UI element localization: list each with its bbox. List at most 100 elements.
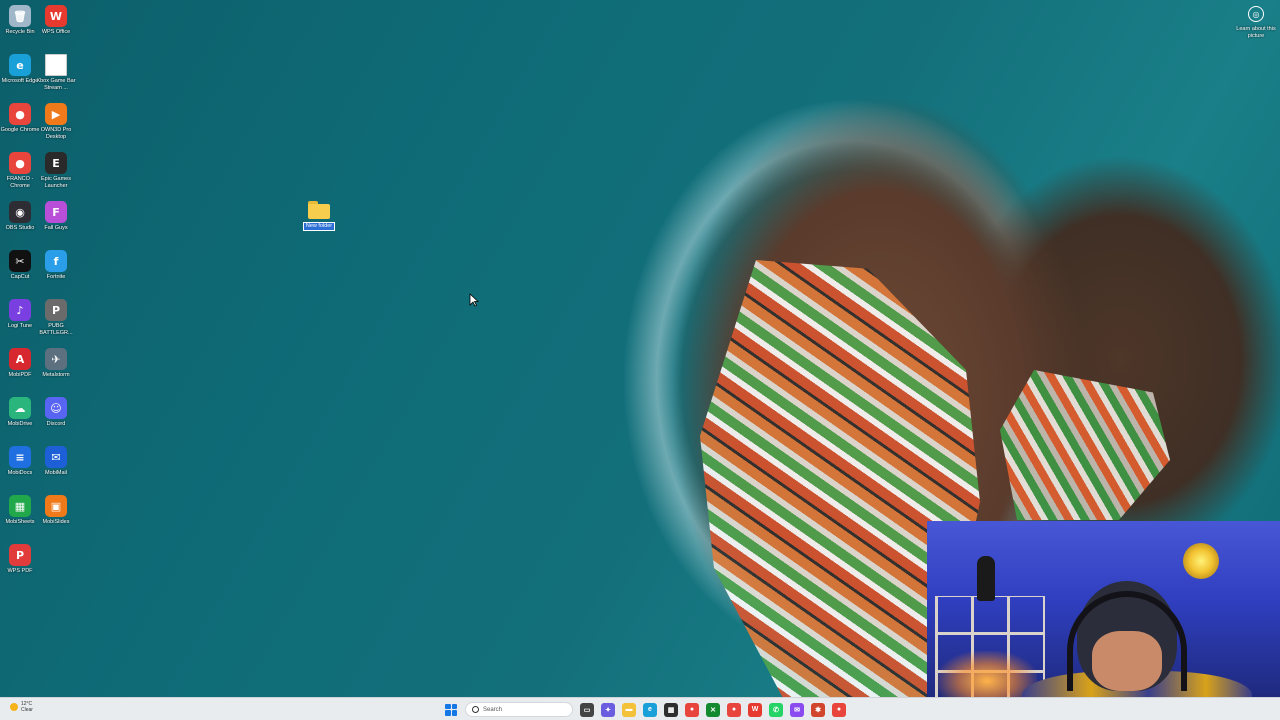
desktop-icon[interactable]: ≡ MobiDocs xyxy=(0,446,40,492)
whatsapp-icon[interactable]: ✆ xyxy=(769,702,783,717)
desktop-icon[interactable]: E Epic Games Launcher xyxy=(36,152,76,198)
pubg-icon: P xyxy=(45,299,67,321)
taskbar-center: Search ▭ ✦ ▬ e ▦ ● ✕ ● W ✆ ✉ ✱ ● xyxy=(444,701,846,718)
wps-office-icon: W xyxy=(45,5,67,27)
desktop-icon-label: PUBG BATTLEGR... xyxy=(39,323,73,336)
learn-about-picture[interactable]: ◎ Learn about this picture xyxy=(1234,6,1278,39)
recycle-bin-icon: 🗑 xyxy=(9,5,31,27)
mobipdf-icon: A xyxy=(9,348,31,370)
file-explorer-icon[interactable]: ▬ xyxy=(622,702,636,717)
taskbar-search-box[interactable]: Search xyxy=(465,702,573,717)
desktop-icon[interactable]: ♪ Logi Tune xyxy=(0,299,40,345)
desktop-icon[interactable]: F Fall Guys xyxy=(36,201,76,247)
desktop-icon[interactable]: Xbox Game Bar Stream ... xyxy=(36,54,76,100)
desktop-icon-label: Fortnite xyxy=(46,274,66,280)
desktop-icon-label: Metalstorm xyxy=(42,372,70,378)
wps-taskbar-icon[interactable]: W xyxy=(748,702,762,717)
chrome-profile-icon: ● xyxy=(9,152,31,174)
chrome-extra-taskbar-icon[interactable]: ● xyxy=(832,702,846,717)
desktop-icon-label: Fall Guys xyxy=(44,225,68,231)
desktop-icon-label: Discord xyxy=(46,421,66,427)
mobimail-icon: ✉ xyxy=(45,446,67,468)
search-placeholder: Search xyxy=(483,706,503,713)
wps-pdf-icon: P xyxy=(9,544,31,566)
start-button[interactable] xyxy=(444,703,458,717)
desktop-icon-label: Google Chrome xyxy=(0,127,40,133)
obs-icon: ◉ xyxy=(9,201,31,223)
desktop-icon-label: FRANCO - Chrome xyxy=(6,176,34,189)
logi-tune-icon: ♪ xyxy=(9,299,31,321)
mobidocs-icon: ≡ xyxy=(9,446,31,468)
chrome-profile-taskbar-icon[interactable]: ● xyxy=(727,702,741,717)
desktop-icon[interactable]: ● FRANCO - Chrome xyxy=(0,152,40,198)
folder-icon xyxy=(308,201,330,219)
desktop-icon-label: Logi Tune xyxy=(7,323,33,329)
mobisheets-icon: ▦ xyxy=(9,495,31,517)
desktop-icon[interactable]: P WPS PDF xyxy=(0,544,40,590)
xbox-icon[interactable]: ✕ xyxy=(706,702,720,717)
desktop-icon-label: Epic Games Launcher xyxy=(41,176,71,189)
desktop-icon-label: Xbox Game Bar Stream ... xyxy=(36,78,76,91)
desktop-icon-label: MobiPDF xyxy=(8,372,32,378)
epic-games-icon: E xyxy=(45,152,67,174)
desktop-icon-label: Recycle Bin xyxy=(5,29,35,35)
desktop-icon[interactable]: ☺ Discord xyxy=(36,397,76,443)
desktop-icon-label: OWN3D Pro Desktop xyxy=(40,127,72,140)
edge-taskbar-icon[interactable]: e xyxy=(643,702,657,717)
desktop-icon[interactable]: ● Google Chrome xyxy=(0,103,40,149)
own3d-icon: ▶ xyxy=(45,103,67,125)
desktop-icon[interactable]: ☁ MobiDrive xyxy=(0,397,40,443)
mouse-cursor-icon xyxy=(469,293,479,307)
fortnite-icon: f xyxy=(45,250,67,272)
desktop-icon-label: MobiSheets xyxy=(5,519,35,525)
messenger-icon[interactable]: ✉ xyxy=(790,702,804,717)
copilot-icon[interactable]: ✦ xyxy=(601,702,615,717)
webcam-neon-sign xyxy=(1183,543,1219,579)
desktop-icon-label: CapCut xyxy=(10,274,30,280)
edge-icon: e xyxy=(9,54,31,76)
desktop-icon-label: MobiDocs xyxy=(7,470,33,476)
fall-guys-icon: F xyxy=(45,201,67,223)
ai-app-icon[interactable]: ✱ xyxy=(811,702,825,717)
desktop-icon[interactable]: ▣ MobiSlides xyxy=(36,495,76,541)
mobidrive-icon: ☁ xyxy=(9,397,31,419)
desktop-icon[interactable]: ✂ CapCut xyxy=(0,250,40,296)
desktop-icon[interactable]: ▦ MobiSheets xyxy=(0,495,40,541)
desktop-icon-label: MobiDrive xyxy=(7,421,33,427)
capcut-icon: ✂ xyxy=(9,250,31,272)
desktop-icon[interactable]: A MobiPDF xyxy=(0,348,40,394)
learn-about-label: Learn about this picture xyxy=(1236,26,1276,39)
desktop-icon[interactable]: 🗑 Recycle Bin xyxy=(0,5,40,51)
desktop-icon-label: MobiMail xyxy=(44,470,67,476)
taskbar: 12°C Clear Search ▭ ✦ ▬ e ▦ ● ✕ ● W ✆ ✉ ✱ ● xyxy=(0,697,1280,720)
discord-icon: ☺ xyxy=(45,397,67,419)
desktop-icon[interactable]: ▶ OWN3D Pro Desktop xyxy=(36,103,76,149)
desktop-icon[interactable]: ✈ Metalstorm xyxy=(36,348,76,394)
metalstorm-icon: ✈ xyxy=(45,348,67,370)
chrome-taskbar-icon[interactable]: ● xyxy=(685,702,699,717)
desktop-icon-label: MobiSlides xyxy=(42,519,70,525)
search-icon xyxy=(472,706,479,713)
store-icon[interactable]: ▦ xyxy=(664,702,678,717)
webcam-figurine xyxy=(977,556,995,601)
desktop-icon[interactable]: W WPS Office xyxy=(36,5,76,51)
chrome-icon: ● xyxy=(9,103,31,125)
folder-rename-input[interactable]: New folder xyxy=(302,222,336,231)
mobislides-icon: ▣ xyxy=(45,495,67,517)
desktop-icon[interactable]: ✉ MobiMail xyxy=(36,446,76,492)
weather-condition: Clear xyxy=(21,707,33,713)
desktop-icon[interactable]: f Fortnite xyxy=(36,250,76,296)
webcam-overlay xyxy=(927,521,1280,720)
weather-sun-icon xyxy=(10,703,18,711)
desktop-icon-label: Microsoft Edge xyxy=(1,78,39,84)
desktop-icon[interactable]: ◉ OBS Studio xyxy=(0,201,40,247)
camera-icon: ◎ xyxy=(1248,6,1264,22)
new-folder-item[interactable]: New folder xyxy=(301,201,337,231)
desktop-icon[interactable]: e Microsoft Edge xyxy=(0,54,40,100)
desktop-icon-label: WPS PDF xyxy=(7,568,33,574)
file-icon xyxy=(45,54,67,76)
desktop-icon[interactable]: P PUBG BATTLEGR... xyxy=(36,299,76,345)
weather-widget[interactable]: 12°C Clear xyxy=(10,701,33,713)
desktop-icon-label: WPS Office xyxy=(41,29,71,35)
task-view-icon[interactable]: ▭ xyxy=(580,702,594,717)
